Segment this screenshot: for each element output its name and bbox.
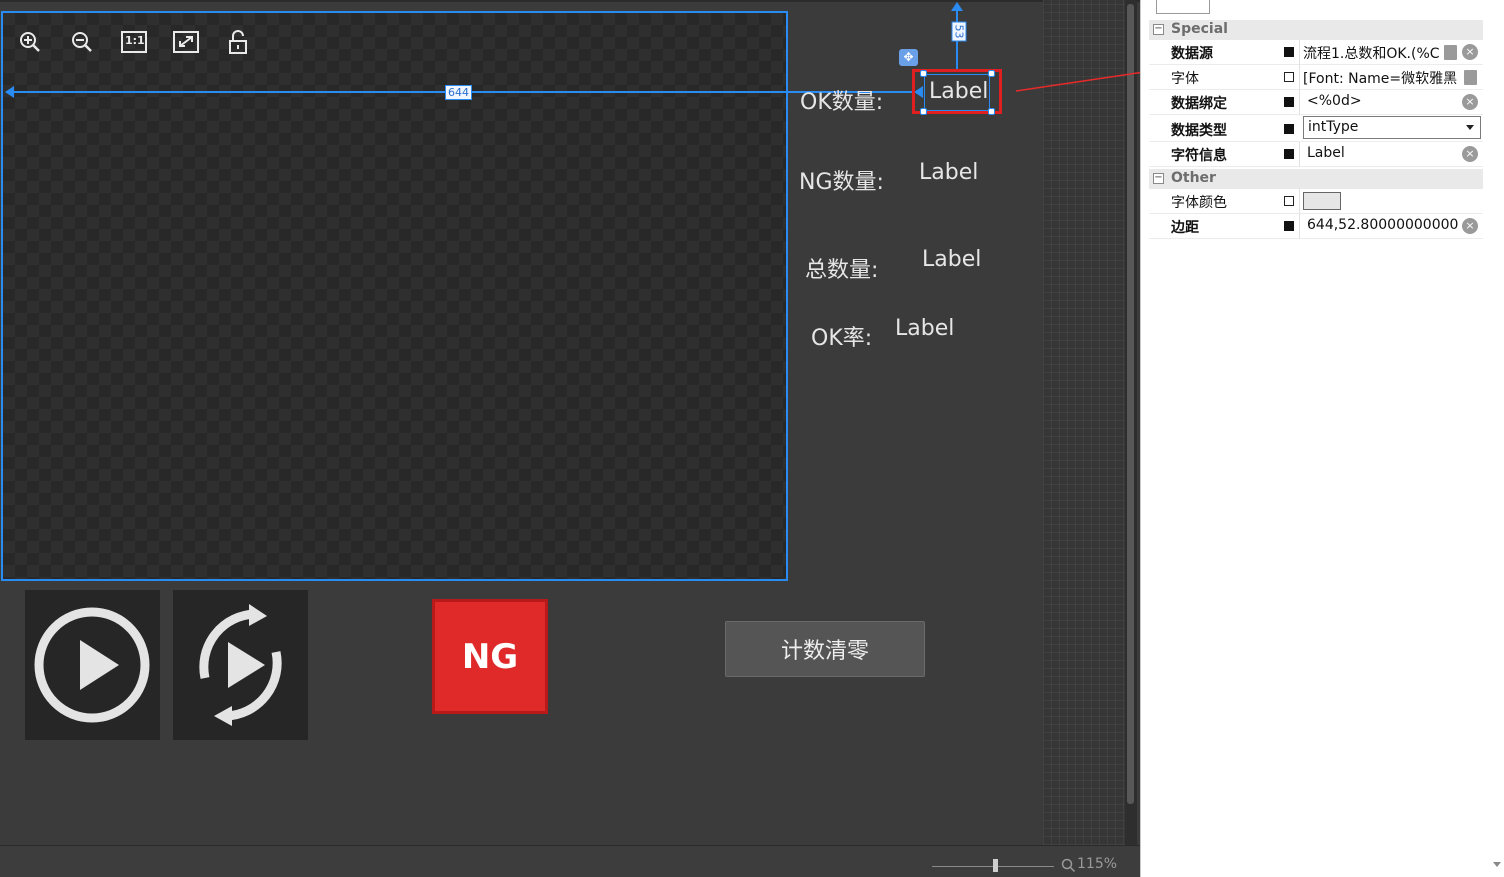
play-icon xyxy=(34,607,150,723)
category-special-label: Special xyxy=(1171,21,1228,37)
prop-marker xyxy=(1284,196,1294,206)
prop-value-char-info[interactable]: Label xyxy=(1307,145,1457,161)
prop-row-data-type[interactable]: 数据类型 intType xyxy=(1149,115,1483,142)
prop-value-font[interactable]: [Font: Name=微软雅黑 xyxy=(1303,68,1461,88)
document-icon[interactable] xyxy=(1464,70,1477,85)
prop-row-margin[interactable]: 边距 644,52.80000000000( × xyxy=(1149,214,1483,239)
clear-icon[interactable]: × xyxy=(1462,94,1478,110)
prop-value-data-binding[interactable]: <%0d> xyxy=(1307,93,1457,109)
clear-icon[interactable]: × xyxy=(1462,218,1478,234)
prop-divider xyxy=(1299,40,1300,65)
prop-marker xyxy=(1284,221,1294,231)
category-other-label: Other xyxy=(1171,170,1216,186)
data-type-select[interactable]: intType xyxy=(1303,116,1481,139)
data-type-selected-value: intType xyxy=(1308,119,1359,135)
scroll-down-icon[interactable] xyxy=(1493,862,1501,867)
zoom-slider-thumb[interactable] xyxy=(993,859,998,872)
prop-marker xyxy=(1284,124,1294,134)
prop-row-data-source[interactable]: 数据源 流程1.总数和OK.(%C × xyxy=(1149,40,1483,65)
reset-count-button[interactable]: 计数清零 xyxy=(725,621,925,677)
collapse-icon[interactable]: − xyxy=(1153,24,1164,35)
category-other[interactable]: − Other xyxy=(1149,169,1483,189)
document-icon[interactable] xyxy=(1444,45,1457,60)
run-continuous-button[interactable] xyxy=(173,590,308,740)
prop-name-data-binding: 数据绑定 xyxy=(1171,96,1227,112)
prop-row-font[interactable]: 字体 [Font: Name=微软雅黑 xyxy=(1149,65,1483,90)
run-once-button[interactable] xyxy=(25,590,160,740)
prop-name-data-source: 数据源 xyxy=(1171,46,1213,62)
prop-row-font-color[interactable]: 字体颜色 xyxy=(1149,189,1483,214)
prop-marker xyxy=(1284,149,1294,159)
prop-value-margin[interactable]: 644,52.80000000000( xyxy=(1307,217,1459,233)
prop-divider xyxy=(1299,189,1300,214)
properties-header-box xyxy=(1156,0,1210,14)
status-bar xyxy=(0,845,1140,877)
prop-divider xyxy=(1299,65,1300,90)
prop-marker xyxy=(1284,47,1294,57)
prop-row-data-binding[interactable]: 数据绑定 <%0d> × xyxy=(1149,90,1483,115)
prop-divider xyxy=(1299,214,1300,239)
clear-icon[interactable]: × xyxy=(1462,146,1478,162)
prop-name-font-color: 字体颜色 xyxy=(1171,195,1227,211)
prop-name-margin: 边距 xyxy=(1171,220,1199,236)
zoom-magnifier-icon xyxy=(1061,858,1076,873)
prop-divider xyxy=(1299,90,1300,115)
prop-marker xyxy=(1284,97,1294,107)
ng-indicator: NG xyxy=(432,599,548,714)
prop-name-char-info: 字符信息 xyxy=(1171,148,1227,164)
prop-name-font: 字体 xyxy=(1171,71,1199,87)
category-special[interactable]: − Special xyxy=(1149,20,1483,40)
app-window: 1:1 644 53 OK数量: NG数量: 总数量: OK率: Label L… xyxy=(0,0,1504,877)
prop-row-char-info[interactable]: 字符信息 Label × xyxy=(1149,142,1483,167)
clear-icon[interactable]: × xyxy=(1462,44,1478,60)
loop-play-icon xyxy=(199,604,282,726)
prop-name-data-type: 数据类型 xyxy=(1171,123,1227,139)
dropdown-arrow-icon[interactable] xyxy=(1466,125,1474,130)
prop-divider xyxy=(1299,142,1300,167)
prop-value-data-source[interactable]: 流程1.总数和OK.(%C xyxy=(1303,43,1443,63)
zoom-level: 115% xyxy=(1077,856,1118,872)
font-color-swatch[interactable] xyxy=(1303,192,1341,210)
design-canvas[interactable]: 1:1 644 53 OK数量: NG数量: 总数量: OK率: Label L… xyxy=(0,0,1272,877)
collapse-icon[interactable]: − xyxy=(1153,173,1164,184)
prop-marker xyxy=(1284,72,1294,82)
properties-panel: − Special 数据源 流程1.总数和OK.(%C × 字体 [Font: … xyxy=(1140,0,1504,877)
